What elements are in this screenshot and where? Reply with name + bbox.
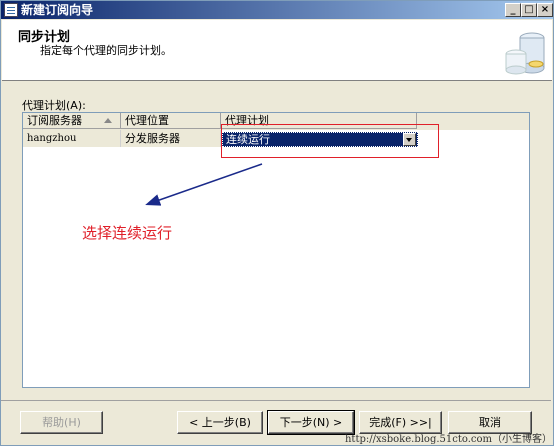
close-button[interactable]: ×: [537, 3, 553, 17]
sort-ascending-icon: [104, 118, 112, 123]
watermark: http://xsboke.blog.51cto.com（小生博客）: [344, 434, 552, 445]
back-button[interactable]: < 上一步(B): [177, 411, 263, 434]
wizard-header: 同步计划 指定每个代理的同步计划。: [2, 20, 552, 81]
annotation-arrow-icon: [145, 163, 263, 206]
column-header-location[interactable]: 代理位置: [121, 113, 221, 129]
annotation-text: 选择连续运行: [82, 224, 173, 242]
help-button[interactable]: 帮助(H): [20, 411, 103, 434]
cell-subscriber: hangzhou: [23, 130, 121, 147]
database-wizard-icon: [505, 32, 545, 75]
column-header-subscriber-label: 订阅服务器: [27, 114, 82, 127]
cell-location: 分发服务器: [121, 130, 221, 147]
page-subtitle: 指定每个代理的同步计划。: [40, 44, 172, 57]
column-header-subscriber[interactable]: 订阅服务器: [23, 113, 121, 129]
maximize-button[interactable]: □: [521, 3, 537, 17]
title-bar[interactable]: 新建订阅向导 _ □ ×: [1, 1, 553, 19]
next-button[interactable]: 下一步(N) >: [267, 410, 355, 435]
agent-schedule-label: 代理计划(A):: [22, 99, 86, 112]
annotation-highlight-box: [221, 124, 439, 158]
window-title: 新建订阅向导: [21, 3, 94, 17]
minimize-button[interactable]: _: [505, 3, 521, 17]
app-icon: [4, 3, 18, 17]
